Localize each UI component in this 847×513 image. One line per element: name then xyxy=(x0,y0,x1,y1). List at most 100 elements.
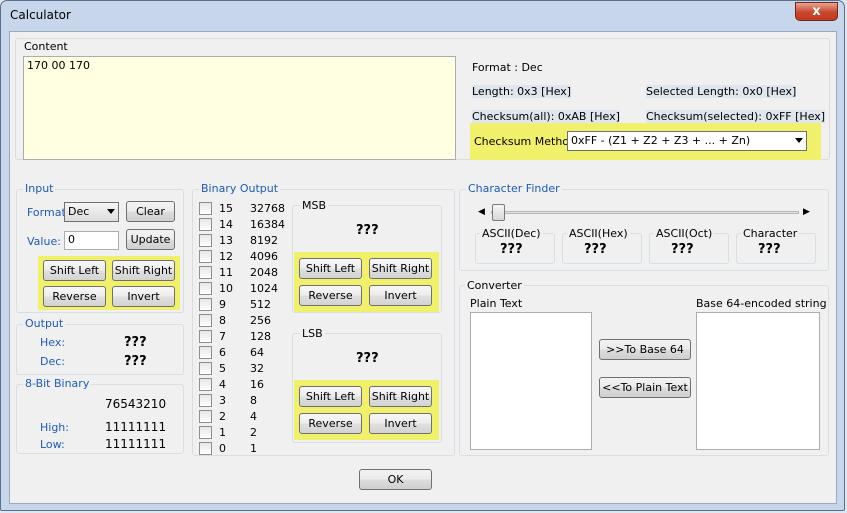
bit-number: 0 xyxy=(219,442,226,455)
ascii-hex-value: ??? xyxy=(584,242,607,257)
input-invert-button[interactable]: Invert xyxy=(112,286,175,307)
bit-checkbox[interactable] xyxy=(199,266,212,279)
msb-invert-button[interactable]: Invert xyxy=(369,285,432,306)
checksum-method-label: Checksum Method: xyxy=(474,135,580,148)
msb-title: MSB xyxy=(300,199,329,212)
bit-checkbox[interactable] xyxy=(199,202,212,215)
bit-checkbox[interactable] xyxy=(199,298,212,311)
ascii-dec-box: ASCII(Dec) ??? xyxy=(475,227,555,264)
input-format-select[interactable]: Dec xyxy=(64,202,119,222)
bit-checkbox[interactable] xyxy=(199,442,212,455)
window-title: Calculator xyxy=(10,8,71,22)
input-reverse-button[interactable]: Reverse xyxy=(43,286,106,307)
bit-checkbox[interactable] xyxy=(199,314,212,327)
msb-value: ??? xyxy=(356,223,379,238)
slider-track[interactable] xyxy=(491,211,799,214)
ascii-oct-box: ASCII(Oct) ??? xyxy=(649,227,729,264)
output-group-title: Output xyxy=(23,317,66,330)
format-text: Format : Dec xyxy=(472,61,543,74)
base64-label: Base 64-encoded string xyxy=(696,297,827,310)
lsb-shift-left-button[interactable]: Shift Left xyxy=(299,386,362,407)
bit-row: 5 32 xyxy=(199,361,279,377)
output-hex-value: ??? xyxy=(124,335,147,350)
plain-text-area[interactable] xyxy=(470,312,592,450)
msb-reverse-button[interactable]: Reverse xyxy=(299,285,362,306)
to-plain-text-button[interactable]: <<To Plain Text xyxy=(599,377,691,398)
converter-group: Converter Plain Text Base 64-encoded str… xyxy=(459,279,829,456)
output-dec-value: ??? xyxy=(124,354,147,369)
bit-checkbox[interactable] xyxy=(199,250,212,263)
bit-row: 12 xyxy=(199,425,279,441)
content-label: Content xyxy=(24,40,68,53)
ok-button[interactable]: OK xyxy=(359,469,432,490)
bit-value: 16 xyxy=(250,378,264,391)
chevron-down-icon xyxy=(107,209,115,214)
bit-checkbox[interactable] xyxy=(199,362,212,375)
bit-checkbox[interactable] xyxy=(199,410,212,423)
bit-number: 9 xyxy=(219,298,226,311)
bit-checkbox[interactable] xyxy=(199,394,212,407)
bit-row: 10 1024 xyxy=(199,281,279,297)
lsb-group: LSB ??? Shift Left Shift Right Reverse I… xyxy=(292,327,442,443)
input-shift-left-button[interactable]: Shift Left xyxy=(43,260,106,281)
bit-value: 64 xyxy=(250,346,264,359)
converter-title: Converter xyxy=(465,279,524,292)
title-bar[interactable]: Calculator x xyxy=(1,1,844,31)
checksum-method-select[interactable]: 0xFF - (Z1 + Z2 + Z3 + ... + Zn) xyxy=(567,131,807,151)
lsb-buttons-highlight: Shift Left Shift Right Reverse Invert xyxy=(294,380,439,440)
checksum-selected-text: Checksum(selected): 0xFF [Hex] xyxy=(646,110,826,123)
clear-button[interactable]: Clear xyxy=(126,201,175,222)
base64-text-area[interactable] xyxy=(696,312,820,450)
content-textarea[interactable]: 170 00 170 xyxy=(23,56,456,160)
slider-thumb[interactable] xyxy=(492,204,505,221)
input-format-value: Dec xyxy=(68,205,90,218)
character-finder-title: Character Finder xyxy=(466,182,562,195)
input-value-field[interactable]: 0 xyxy=(64,231,119,250)
lsb-invert-button[interactable]: Invert xyxy=(369,413,432,434)
msb-shift-right-button[interactable]: Shift Right xyxy=(369,258,432,279)
input-group: Input Format: Dec Clear Value: 0 Update … xyxy=(16,182,184,313)
output-dec-label: Dec: xyxy=(40,355,65,368)
bit-checkbox[interactable] xyxy=(199,378,212,391)
bit-value: 16384 xyxy=(250,218,285,231)
bit-number: 14 xyxy=(219,218,233,231)
bit-checkbox[interactable] xyxy=(199,218,212,231)
bit-checkbox[interactable] xyxy=(199,346,212,359)
eight-bit-binary-group: 8-Bit Binary 76543210 High: 11111111 Low… xyxy=(16,377,184,454)
close-button[interactable]: x xyxy=(795,2,838,21)
to-base64-button[interactable]: >>To Base 64 xyxy=(599,339,691,360)
ascii-oct-value: ??? xyxy=(671,242,694,257)
bit-row: 6 64 xyxy=(199,345,279,361)
character-slider[interactable]: ◀ ▶ xyxy=(476,204,812,221)
bit-number: 7 xyxy=(219,330,226,343)
lsb-shift-right-button[interactable]: Shift Right xyxy=(369,386,432,407)
close-icon: x xyxy=(812,4,821,19)
input-shift-right-button[interactable]: Shift Right xyxy=(112,260,175,281)
length-text: Length: 0x3 [Hex] xyxy=(472,85,572,98)
update-button[interactable]: Update xyxy=(126,229,175,250)
bit-row: 15 32768 xyxy=(199,201,285,217)
bit-number: 5 xyxy=(219,362,226,375)
slider-right-arrow-icon[interactable]: ▶ xyxy=(803,207,810,217)
input-buttons-highlight: Shift Left Shift Right Reverse Invert xyxy=(38,256,180,310)
bit-row: 4 16 xyxy=(199,377,279,393)
slider-left-arrow-icon[interactable]: ◀ xyxy=(478,207,485,217)
bit-checkbox[interactable] xyxy=(199,234,212,247)
bit-row: 38 xyxy=(199,393,279,409)
content-group: Content 170 00 170 Format : Dec Length: … xyxy=(15,38,830,160)
bit-checkbox[interactable] xyxy=(199,330,212,343)
bit-checkbox[interactable] xyxy=(199,282,212,295)
bit-value: 4 xyxy=(250,410,257,423)
bit-row: 13 8192 xyxy=(199,233,279,249)
bit-row: 7 128 xyxy=(199,329,279,345)
msb-shift-left-button[interactable]: Shift Left xyxy=(299,258,362,279)
calculator-window: Calculator x Content 170 00 170 Format :… xyxy=(0,0,845,511)
lsb-reverse-button[interactable]: Reverse xyxy=(299,413,362,434)
bit-number: 8 xyxy=(219,314,226,327)
bit-value: 2 xyxy=(250,426,257,439)
msb-group: MSB ??? Shift Left Shift Right Reverse I… xyxy=(292,199,442,313)
bit-value: 512 xyxy=(250,298,271,311)
bit-value: 8192 xyxy=(250,234,278,247)
bit-checkbox[interactable] xyxy=(199,426,212,439)
bit-value: 4096 xyxy=(250,250,278,263)
